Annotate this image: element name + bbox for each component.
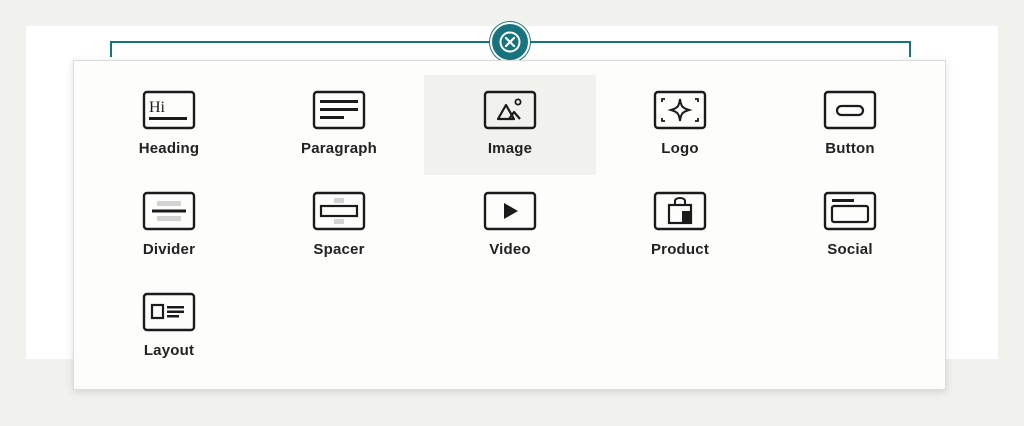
block-picker-panel: Hi Heading Paragraph Image Logo Button D… (73, 60, 946, 390)
spacer-icon (312, 191, 366, 231)
close-button[interactable] (490, 22, 530, 62)
block-label: Heading (138, 140, 200, 157)
block-label: Divider (142, 241, 196, 258)
block-label: Social (827, 241, 873, 258)
block-label: Logo (661, 140, 699, 157)
logo-icon (653, 90, 707, 130)
block-label: Button (825, 140, 875, 157)
block-tile-product[interactable]: Product (594, 176, 766, 276)
close-icon (499, 31, 521, 53)
block-label: Image (487, 140, 533, 157)
button-icon (823, 90, 877, 130)
block-tile-spacer[interactable]: Spacer (253, 176, 425, 276)
divider-icon (142, 191, 196, 231)
block-tile-heading[interactable]: Hi Heading (83, 75, 255, 175)
block-label: Video (489, 241, 531, 258)
block-tile-button[interactable]: Button (764, 75, 936, 175)
block-label: Paragraph (301, 140, 377, 157)
paragraph-icon (312, 90, 366, 130)
block-tile-image[interactable]: Image (424, 75, 596, 175)
block-label: Product (650, 241, 710, 258)
video-icon (483, 191, 537, 231)
block-tile-layout[interactable]: Layout (83, 277, 255, 377)
image-icon (483, 90, 537, 130)
heading-icon: Hi (142, 90, 196, 130)
block-tile-divider[interactable]: Divider (83, 176, 255, 276)
block-label: Layout (143, 342, 195, 359)
block-tile-logo[interactable]: Logo (594, 75, 766, 175)
block-tile-social[interactable]: Social (764, 176, 936, 276)
block-tile-video[interactable]: Video (424, 176, 596, 276)
block-label: Spacer (313, 241, 365, 258)
layout-icon (142, 292, 196, 332)
product-icon (653, 191, 707, 231)
svg-text:Hi: Hi (149, 99, 166, 116)
social-icon (823, 191, 877, 231)
block-tile-paragraph[interactable]: Paragraph (253, 75, 425, 175)
